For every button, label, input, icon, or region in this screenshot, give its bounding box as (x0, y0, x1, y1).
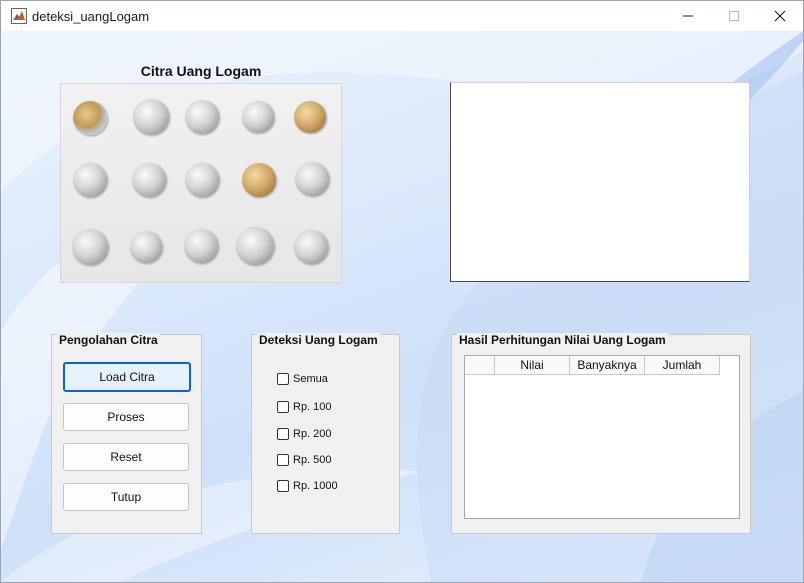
column-header-nilai[interactable]: Nilai (495, 356, 570, 375)
detection-panel-title: Deteksi Uang Logam (257, 333, 380, 347)
result-table-header: Nilai Banyaknya Jumlah (465, 356, 720, 375)
minimize-button[interactable] (665, 1, 711, 31)
checkbox-box[interactable] (277, 480, 289, 492)
load-image-button[interactable]: Load Citra (63, 362, 191, 392)
result-panel: Hasil Perhitungan Nilai Uang Logam Nilai… (451, 333, 751, 534)
reset-button[interactable]: Reset (63, 443, 189, 471)
checkbox-label: Rp. 200 (293, 428, 332, 440)
coin-image-coin (185, 100, 219, 134)
coin-image-500-coin (236, 227, 274, 265)
checkbox-box[interactable] (277, 373, 289, 385)
coin-image-coin (72, 229, 108, 265)
checkbox-rp100[interactable]: Rp. 100 (277, 401, 332, 413)
result-image-axes (450, 82, 750, 282)
figure-area: Citra Uang Logam Pengolahan Citra Load C… (1, 31, 803, 582)
checkbox-box[interactable] (277, 428, 289, 440)
window-title: deteksi_uangLogam (32, 9, 150, 24)
checkbox-rp500[interactable]: Rp. 500 (277, 454, 332, 466)
column-header-jumlah[interactable]: Jumlah (645, 356, 720, 375)
coin-image-coin (185, 163, 219, 197)
checkbox-label: Semua (293, 373, 328, 385)
coin-image-coin (242, 163, 276, 197)
coin-image-coin (130, 231, 162, 263)
column-header-banyaknya[interactable]: Banyaknya (570, 356, 645, 375)
app-window: deteksi_uangLogam Citra Uang Logam Pengo… (0, 0, 804, 583)
close-button[interactable]: Tutup (63, 483, 189, 511)
table-row-header-cell (465, 356, 495, 375)
checkbox-rp1000[interactable]: Rp. 1000 (277, 480, 338, 492)
coin-image-1000-coin (73, 101, 107, 135)
coin-image-200-coin (295, 162, 329, 196)
coin-image-coin (242, 101, 274, 133)
checkbox-label: Rp. 500 (293, 454, 332, 466)
close-icon (774, 10, 786, 22)
matlab-icon (11, 8, 27, 24)
checkbox-label: Rp. 1000 (293, 480, 338, 492)
image-axes-title: Citra Uang Logam (140, 63, 262, 79)
coin-image (60, 83, 342, 283)
coin-image-500-coin (133, 99, 169, 135)
processing-panel: Pengolahan Citra Load Citra Proses Reset… (51, 333, 202, 534)
maximize-icon (729, 11, 739, 21)
checkbox-box[interactable] (277, 454, 289, 466)
checkbox-box[interactable] (277, 401, 289, 413)
checkbox-semua[interactable]: Semua (277, 373, 328, 385)
checkbox-rp200[interactable]: Rp. 200 (277, 428, 332, 440)
maximize-button[interactable] (711, 1, 757, 31)
detection-panel: Deteksi Uang Logam Semua Rp. 100 Rp. 200… (251, 333, 400, 534)
coin-image-coin (294, 101, 326, 133)
coin-image-coin (73, 163, 107, 197)
close-window-button[interactable] (757, 1, 803, 31)
coin-image-coin (132, 163, 166, 197)
minimize-icon (683, 15, 693, 17)
processing-panel-title: Pengolahan Citra (57, 333, 160, 347)
result-panel-title: Hasil Perhitungan Nilai Uang Logam (457, 333, 668, 347)
coin-image-coin (184, 229, 218, 263)
checkbox-label: Rp. 100 (293, 401, 332, 413)
title-bar: deteksi_uangLogam (1, 1, 803, 31)
result-table[interactable]: Nilai Banyaknya Jumlah (464, 355, 740, 519)
coin-image-coin (294, 230, 328, 264)
process-button[interactable]: Proses (63, 403, 189, 431)
